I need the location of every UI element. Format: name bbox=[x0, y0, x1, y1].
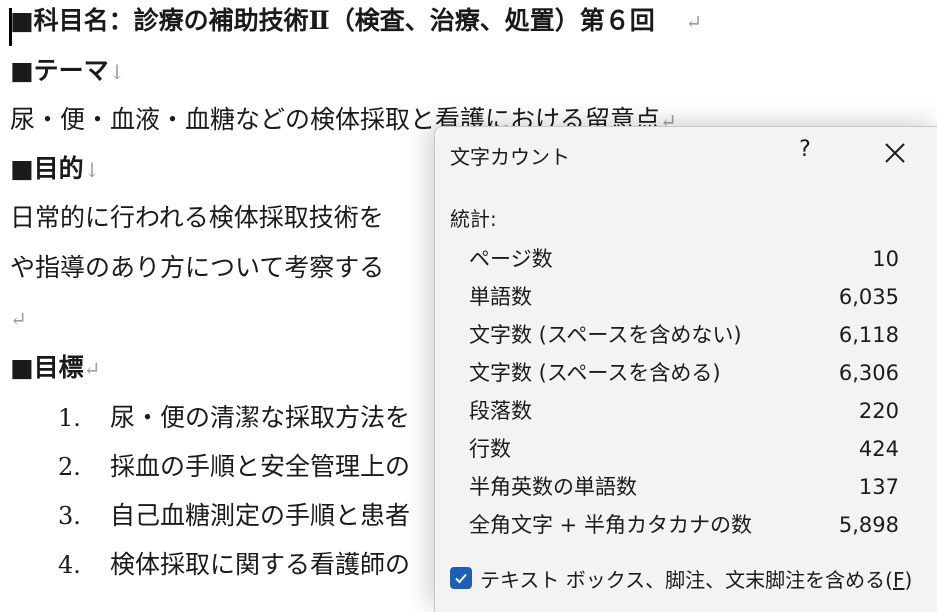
stat-value: 6,035 bbox=[838, 285, 899, 309]
checkbox-label-close: ) bbox=[904, 567, 913, 592]
list-number: 3. bbox=[58, 502, 81, 530]
statistics-label: 統計: bbox=[450, 207, 497, 231]
include-textboxes-checkbox[interactable]: テキスト ボックス、脚注、文末脚注を含める(F) bbox=[450, 563, 912, 593]
stat-row-chars-no-spaces: 文字数 (スペースを含めない) 6,118 bbox=[469, 316, 899, 354]
stat-row-chars-with-spaces: 文字数 (スペースを含める) 6,306 bbox=[469, 354, 899, 392]
line-break-mark: ↓ bbox=[83, 158, 101, 182]
stat-row-lines: 行数 424 bbox=[469, 430, 899, 468]
purpose-line-2: や指導のあり方について考察する bbox=[10, 253, 385, 282]
theme-heading: ■テーマ↓ bbox=[10, 55, 125, 88]
stat-row-halfwidth-words: 半角英数の単語数 137 bbox=[469, 468, 899, 506]
list-number: 2. bbox=[58, 453, 81, 481]
stat-row-words: 単語数 6,035 bbox=[469, 278, 899, 316]
stat-label: 文字数 (スペースを含める) bbox=[469, 361, 721, 385]
goal-heading: ■目標↵ bbox=[10, 352, 100, 385]
stat-value: 220 bbox=[858, 399, 899, 423]
stat-value: 137 bbox=[858, 475, 899, 499]
stat-row-pages: ページ数 10 bbox=[469, 240, 899, 278]
course-heading-text: ■科目名：診療の補助技術Ⅱ（検査、治療、処置）第６回 bbox=[10, 6, 655, 35]
goal-heading-text: ■目標 bbox=[10, 353, 84, 382]
purpose-heading: ■目的↓ bbox=[10, 153, 100, 186]
stat-value: 10 bbox=[872, 247, 899, 271]
stat-label: 全角文字 + 半角カタカナの数 bbox=[469, 513, 752, 537]
stat-value: 424 bbox=[858, 437, 899, 461]
stat-label: 文字数 (スペースを含めない) bbox=[469, 323, 742, 347]
paragraph-mark: ↵ bbox=[685, 10, 703, 34]
purpose-line-1: 日常的に行われる検体採取技術を bbox=[10, 203, 384, 232]
list-item: 尿・便の清潔な採取方法を bbox=[110, 403, 411, 432]
checkbox-access-key: F bbox=[892, 567, 905, 592]
word-count-dialog: 文字カウント ? 統計: ページ数 10 単語数 6,035 文字数 (スペース… bbox=[434, 126, 937, 612]
list-number: 1. bbox=[58, 404, 81, 432]
line-break-mark: ↓ bbox=[108, 60, 126, 84]
list-item: 検体採取に関する看護師の bbox=[110, 550, 411, 579]
purpose-heading-text: ■目的 bbox=[10, 154, 84, 183]
paragraph-mark: ↵ bbox=[10, 307, 27, 331]
stat-label: 半角英数の単語数 bbox=[469, 475, 637, 499]
list-item: 採血の手順と安全管理上の bbox=[110, 452, 411, 481]
stat-value: 5,898 bbox=[838, 513, 899, 537]
list-item: 自己血糖測定の手順と患者 bbox=[110, 501, 411, 530]
close-icon bbox=[885, 143, 905, 163]
checkbox-label: テキスト ボックス、脚注、文末脚注を含める(F) bbox=[480, 564, 912, 593]
close-button[interactable] bbox=[881, 139, 909, 167]
checkbox-box[interactable] bbox=[450, 567, 472, 589]
dialog-title: 文字カウント bbox=[450, 145, 570, 169]
stat-row-paragraphs: 段落数 220 bbox=[469, 392, 899, 430]
theme-heading-text: ■テーマ bbox=[10, 56, 109, 85]
paragraph-mark: ↵ bbox=[83, 357, 101, 381]
stat-value: 6,118 bbox=[838, 323, 899, 347]
statistics-list: ページ数 10 単語数 6,035 文字数 (スペースを含めない) 6,118 … bbox=[469, 240, 899, 544]
stat-label: 段落数 bbox=[469, 399, 532, 423]
stat-row-fullwidth-chars: 全角文字 + 半角カタカナの数 5,898 bbox=[469, 506, 899, 544]
course-heading: ■科目名：診療の補助技術Ⅱ（検査、治療、処置）第６回 ↵ bbox=[10, 5, 702, 38]
stat-label: ページ数 bbox=[469, 247, 553, 271]
stat-label: 単語数 bbox=[469, 285, 532, 309]
help-button[interactable]: ? bbox=[793, 137, 817, 167]
checkbox-label-text: テキスト ボックス、脚注、文末脚注を含める( bbox=[480, 567, 893, 592]
checkmark-icon bbox=[455, 573, 467, 584]
stat-value: 6,306 bbox=[838, 361, 899, 385]
empty-paragraph: ↵ bbox=[10, 302, 27, 335]
list-number: 4. bbox=[58, 551, 81, 579]
stat-label: 行数 bbox=[469, 437, 511, 461]
